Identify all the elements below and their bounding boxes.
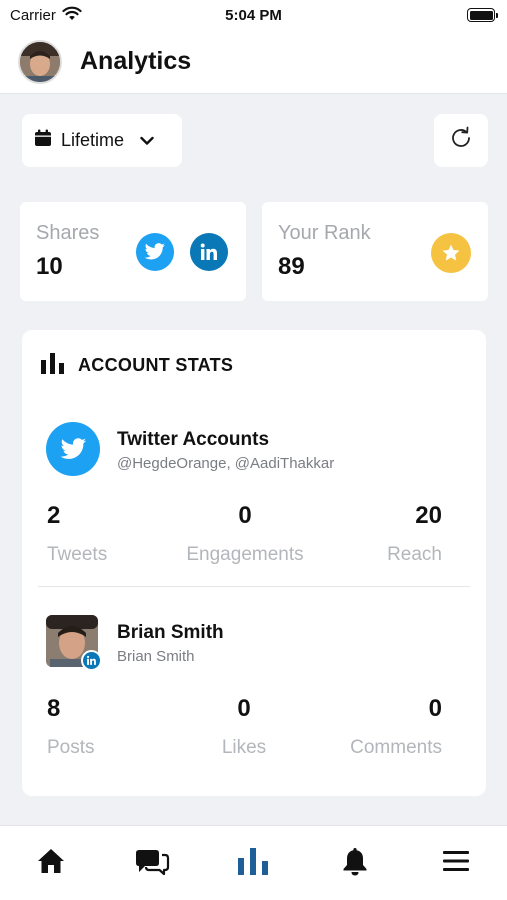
twitter-account-handles: @HegdeOrange, @AadiThakkar xyxy=(117,455,335,472)
chevron-down-icon xyxy=(140,130,154,151)
battery-icon xyxy=(467,8,498,22)
engagements-metric: 0 Engagements xyxy=(180,502,310,566)
tweets-metric: 2 Tweets xyxy=(47,502,107,566)
shares-card: Shares 10 xyxy=(20,202,246,301)
linkedin-icon xyxy=(190,233,228,271)
refresh-icon xyxy=(448,125,474,156)
bottom-nav xyxy=(0,825,507,900)
linkedin-account-name: Brian Smith xyxy=(117,622,224,643)
calendar-icon xyxy=(34,129,52,152)
divider xyxy=(38,586,470,587)
date-range-label: Lifetime xyxy=(61,130,125,150)
rank-card: Your Rank 89 xyxy=(262,202,488,301)
account-stats-card: ACCOUNT STATS Twitter Accounts @HegdeOra… xyxy=(22,330,486,796)
twitter-icon xyxy=(46,422,100,476)
app-header: Analytics xyxy=(0,30,507,94)
reach-metric: 20 Reach xyxy=(352,502,442,566)
likes-metric: 0 Likes xyxy=(194,695,294,759)
tweets-value: 2 xyxy=(47,502,61,529)
linkedin-account-sub: Brian Smith xyxy=(117,648,195,665)
bar-chart-icon xyxy=(40,352,66,379)
status-bar: Carrier 5:04 PM xyxy=(0,0,507,30)
user-avatar[interactable] xyxy=(18,39,62,84)
nav-messages[interactable] xyxy=(122,838,182,888)
comments-value: 0 xyxy=(428,695,442,722)
nav-notifications[interactable] xyxy=(325,838,385,888)
bell-icon xyxy=(341,846,369,881)
home-icon xyxy=(36,847,66,880)
engagements-label: Engagements xyxy=(186,544,304,565)
nav-home[interactable] xyxy=(21,838,81,888)
wifi-icon xyxy=(62,6,82,25)
account-stats-title: ACCOUNT STATS xyxy=(78,355,234,375)
posts-metric: 8 Posts xyxy=(47,695,95,759)
posts-value: 8 xyxy=(47,695,61,722)
carrier-label: Carrier xyxy=(10,6,56,24)
engagements-value: 0 xyxy=(238,502,252,529)
tweets-label: Tweets xyxy=(47,544,108,565)
status-time: 5:04 PM xyxy=(225,6,282,24)
star-icon xyxy=(431,233,471,273)
likes-value: 0 xyxy=(237,695,251,722)
nav-menu[interactable] xyxy=(426,838,486,888)
account-stats-header: ACCOUNT STATS xyxy=(40,352,233,379)
analytics-icon xyxy=(237,847,269,880)
linkedin-profile-avatar xyxy=(46,615,102,671)
comments-label: Comments xyxy=(350,737,442,758)
twitter-account-name: Twitter Accounts xyxy=(117,429,270,450)
posts-label: Posts xyxy=(47,737,95,758)
page-title: Analytics xyxy=(80,47,192,75)
twitter-icon xyxy=(136,233,174,271)
comments-metric: 0 Comments xyxy=(332,695,442,759)
nav-analytics[interactable] xyxy=(223,838,283,888)
menu-icon xyxy=(442,850,470,877)
likes-label: Likes xyxy=(221,737,267,758)
reach-value: 20 xyxy=(415,502,442,529)
date-range-dropdown[interactable]: Lifetime xyxy=(22,114,182,167)
linkedin-icon xyxy=(81,650,102,671)
refresh-button[interactable] xyxy=(434,114,488,167)
reach-label: Reach xyxy=(387,544,442,565)
messages-icon xyxy=(134,846,170,881)
